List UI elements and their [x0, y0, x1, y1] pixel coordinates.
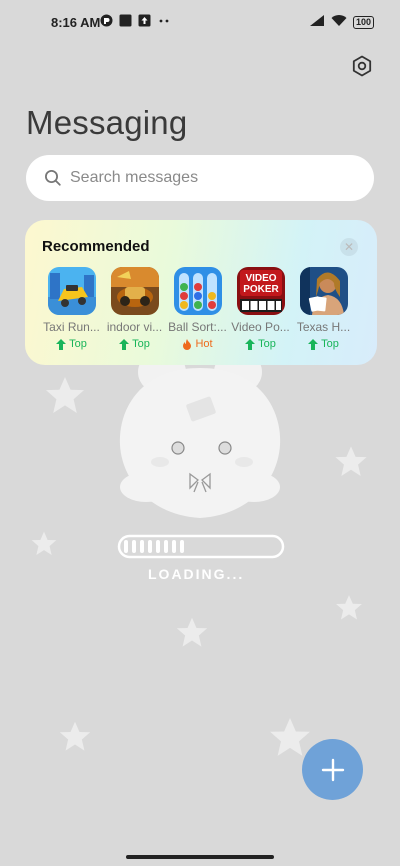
top-badge: Top	[292, 338, 355, 350]
app-name: Ball Sort:...	[168, 320, 227, 334]
badge-label: Top	[69, 338, 87, 350]
wifi-icon	[331, 14, 347, 30]
settings-icon	[352, 55, 372, 77]
star-shape	[46, 377, 84, 413]
up-arrow-icon	[308, 338, 319, 350]
taxi-run-icon	[47, 267, 96, 315]
app-name: indoor vi...	[106, 320, 163, 334]
search-icon	[45, 170, 61, 186]
loading-text: LOADING...	[148, 566, 245, 582]
signal-icon	[309, 14, 325, 30]
star-shape	[336, 595, 362, 620]
hot-badge: Hot	[166, 338, 229, 350]
page-title: Messaging	[26, 104, 188, 141]
notification-icons	[100, 14, 171, 30]
star-shape	[31, 531, 57, 556]
top-badge: Top	[229, 338, 292, 350]
upload-notification-icon	[138, 14, 151, 30]
system-icons: 100	[309, 14, 374, 30]
close-icon: ✕	[343, 240, 355, 254]
app-notification-icon	[100, 14, 113, 30]
indoor-game-icon	[110, 267, 159, 315]
badge-label: Top	[258, 338, 276, 350]
up-arrow-icon	[119, 338, 130, 350]
loading-tick	[180, 540, 184, 553]
top-badge: Top	[40, 338, 103, 350]
battery-indicator: 100	[352, 15, 374, 29]
recommended-app-indoor[interactable]: indoor vi... Top	[103, 267, 166, 350]
loading-tick	[124, 540, 128, 553]
star-shape	[335, 446, 367, 476]
video-poker-icon-text: POKER	[243, 284, 279, 295]
up-arrow-icon	[56, 338, 67, 350]
video-poker-icon-text: VIDEO	[245, 273, 276, 284]
plus-icon	[321, 758, 344, 781]
app-name: Taxi Run...	[43, 320, 100, 334]
loading-tick	[132, 540, 136, 553]
search-bar[interactable]	[26, 155, 374, 201]
close-button[interactable]: ✕	[340, 238, 358, 256]
loading-tick	[164, 540, 168, 553]
texas-holdem-icon	[299, 267, 348, 315]
home-indicator[interactable]	[126, 855, 274, 859]
status-time: 8:16 AM	[51, 15, 101, 30]
status-bar: 8:16 AM 100	[0, 0, 400, 44]
loading-progress-bar	[117, 534, 285, 559]
app-name: Texas H...	[296, 320, 351, 334]
badge-label: Top	[321, 338, 339, 350]
app-name: Video Po...	[231, 320, 290, 334]
recommended-app-texas-holdem[interactable]: Texas H... Top	[292, 267, 355, 350]
top-badge: Top	[103, 338, 166, 350]
loading-tick	[140, 540, 144, 553]
settings-button[interactable]	[350, 54, 374, 78]
loading-tick	[172, 540, 176, 553]
square-notification-icon	[119, 14, 132, 30]
recommended-card: Recommended ✕ Taxi Run... Top indoor vi.…	[25, 220, 377, 365]
badge-label: Hot	[195, 338, 213, 350]
battery-level: 100	[355, 17, 371, 27]
up-arrow-icon	[245, 338, 256, 350]
video-poker-icon: VIDEO POKER	[236, 267, 285, 315]
star-shape	[59, 721, 91, 751]
flame-icon	[183, 338, 192, 350]
star-shape	[176, 617, 208, 647]
recommended-app-video-poker[interactable]: VIDEO POKER Video Po... Top	[229, 267, 292, 350]
bunny-shape	[119, 360, 281, 518]
new-message-button[interactable]	[302, 739, 363, 800]
recommended-app-ball-sort[interactable]: Ball Sort:... Hot	[166, 267, 229, 350]
loading-tick	[148, 540, 152, 553]
search-input[interactable]	[70, 169, 350, 187]
recommended-apps: Taxi Run... Top indoor vi... Top Ball So…	[40, 267, 355, 350]
loading-progress-fill	[124, 540, 184, 553]
more-notifications-icon	[157, 14, 171, 30]
star-shape	[270, 718, 310, 756]
recommended-title: Recommended	[42, 238, 150, 255]
badge-label: Top	[132, 338, 150, 350]
recommended-app-taxi-run[interactable]: Taxi Run... Top	[40, 267, 103, 350]
loading-tick	[156, 540, 160, 553]
ball-sort-icon	[173, 267, 222, 315]
